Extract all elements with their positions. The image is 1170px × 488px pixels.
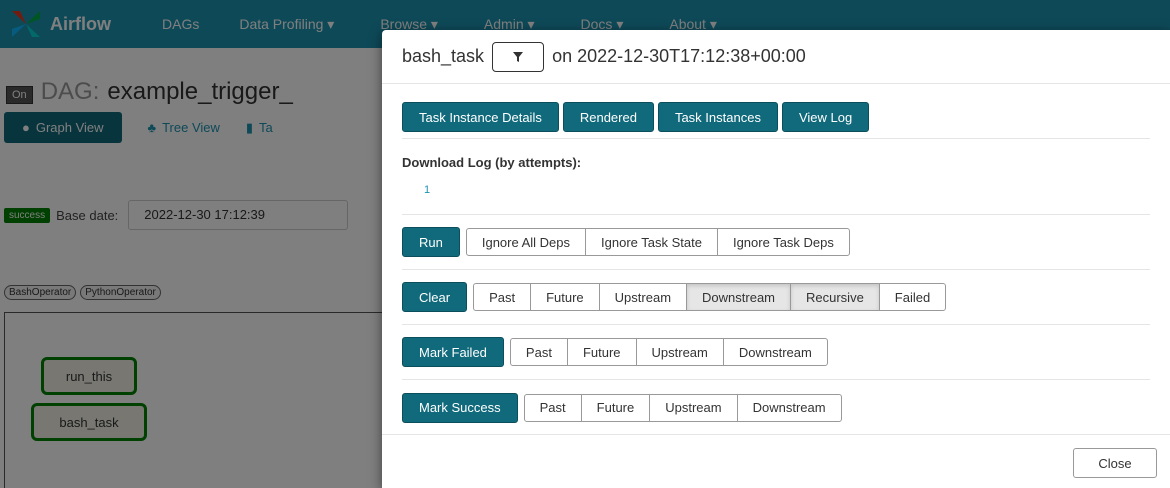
success-past-toggle[interactable]: Past xyxy=(523,393,582,422)
task-instances-button[interactable]: Task Instances xyxy=(657,102,778,132)
clear-section: Clear Past Future Upstream Downstream Re… xyxy=(402,270,1150,325)
mark-failed-button[interactable]: Mark Failed xyxy=(402,337,504,367)
success-downstream-toggle[interactable]: Downstream xyxy=(736,393,842,422)
modal-task-name: bash_task xyxy=(402,46,485,66)
filter-button[interactable] xyxy=(492,41,545,72)
modal-body: Task Instance Details Rendered Task Inst… xyxy=(382,84,1170,435)
ignore-task-deps-toggle[interactable]: Ignore Task Deps xyxy=(716,228,850,256)
modal-footer: Close xyxy=(382,434,1170,488)
rendered-button[interactable]: Rendered xyxy=(562,102,654,132)
close-button[interactable]: Close xyxy=(1073,448,1157,478)
clear-options: Past Future Upstream Downstream Recursiv… xyxy=(473,283,947,311)
mark-success-button[interactable]: Mark Success xyxy=(402,392,518,423)
run-options: Ignore All Deps Ignore Task State Ignore… xyxy=(465,228,850,256)
success-upstream-toggle[interactable]: Upstream xyxy=(649,393,738,422)
failed-future-toggle[interactable]: Future xyxy=(566,338,637,366)
ignore-task-state-toggle[interactable]: Ignore Task State xyxy=(585,228,718,256)
success-future-toggle[interactable]: Future xyxy=(580,393,651,422)
clear-button[interactable]: Clear xyxy=(402,282,468,312)
clear-downstream-toggle[interactable]: Downstream xyxy=(686,283,791,311)
log-attempt-link[interactable]: 1 xyxy=(424,184,430,196)
failed-upstream-toggle[interactable]: Upstream xyxy=(635,338,724,366)
view-log-button[interactable]: View Log xyxy=(781,102,870,132)
failed-downstream-toggle[interactable]: Downstream xyxy=(722,338,828,366)
modal-execution-date: on 2022-12-30T17:12:38+00:00 xyxy=(552,46,806,66)
mark-failed-section: Mark Failed Past Future Upstream Downstr… xyxy=(402,325,1150,380)
clear-upstream-toggle[interactable]: Upstream xyxy=(598,283,688,311)
ignore-all-deps-toggle[interactable]: Ignore All Deps xyxy=(465,228,587,256)
failed-past-toggle[interactable]: Past xyxy=(509,338,568,366)
modal-header: bash_task on 2022-12-30T17:12:38+00:00 xyxy=(382,30,1170,84)
download-log-label: Download Log (by attempts): xyxy=(402,155,582,170)
clear-past-toggle[interactable]: Past xyxy=(473,283,532,311)
mark-failed-options: Past Future Upstream Downstream xyxy=(509,338,828,366)
action-buttons-section: Task Instance Details Rendered Task Inst… xyxy=(402,84,1150,139)
mark-success-section: Mark Success Past Future Upstream Downst… xyxy=(402,380,1150,435)
task-instance-details-button[interactable]: Task Instance Details xyxy=(402,102,559,132)
run-button[interactable]: Run xyxy=(402,227,460,257)
clear-future-toggle[interactable]: Future xyxy=(530,283,600,311)
run-section: Run Ignore All Deps Ignore Task State Ig… xyxy=(402,215,1150,270)
clear-failed-toggle[interactable]: Failed xyxy=(878,283,947,311)
mark-success-options: Past Future Upstream Downstream xyxy=(523,393,842,422)
filter-icon xyxy=(513,51,524,62)
clear-recursive-toggle[interactable]: Recursive xyxy=(790,283,880,311)
download-log-section: Download Log (by attempts): 1 xyxy=(402,139,1150,215)
task-instance-modal: bash_task on 2022-12-30T17:12:38+00:00 T… xyxy=(382,30,1170,488)
